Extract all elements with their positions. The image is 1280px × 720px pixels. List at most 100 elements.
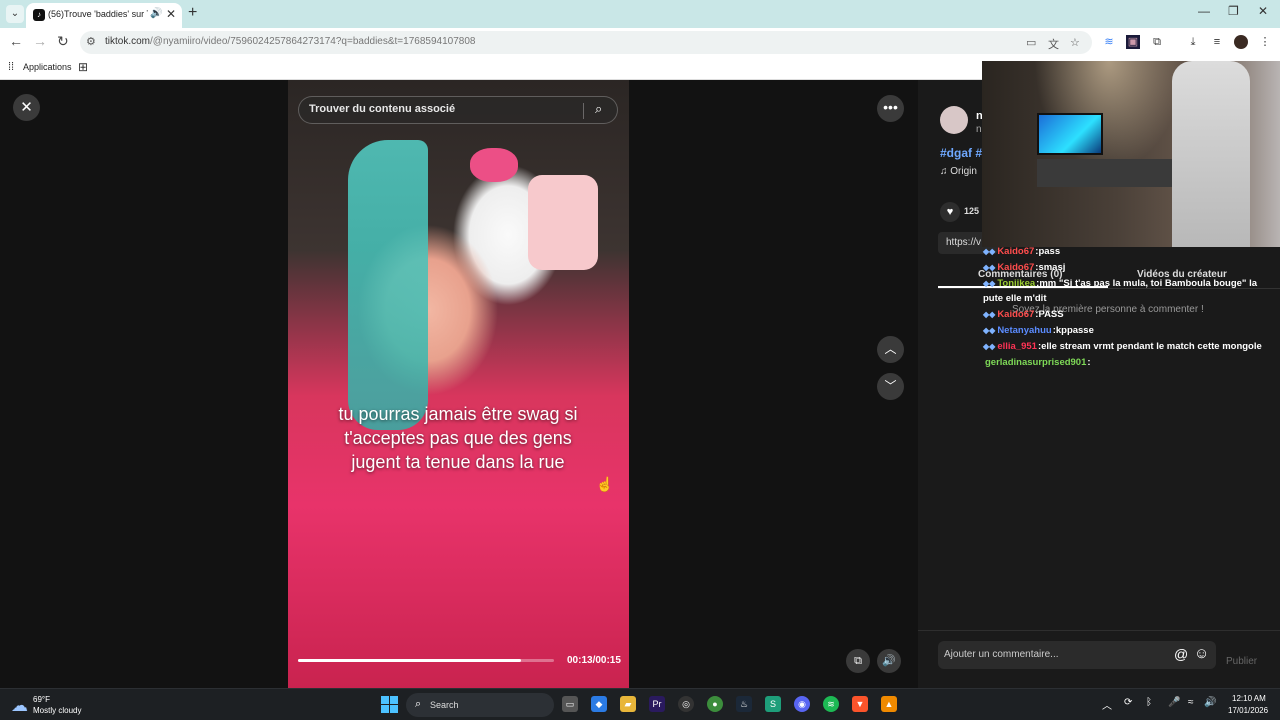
comment-placeholder: Ajouter un commentaire... bbox=[944, 649, 1059, 660]
wifi-icon[interactable]: ≈ bbox=[1188, 697, 1194, 708]
video-progress-bar[interactable] bbox=[298, 659, 554, 662]
heart-icon[interactable]: ♥ bbox=[940, 202, 960, 222]
back-button[interactable]: ← bbox=[9, 33, 23, 49]
volume-icon[interactable]: 🔊 bbox=[1204, 697, 1216, 708]
comment-composer: Ajouter un commentaire... @ ☺ Publier bbox=[918, 630, 1280, 688]
tab-groups-icon[interactable]: ⊞ bbox=[78, 60, 88, 74]
pip-button[interactable]: ⧉ bbox=[846, 649, 870, 673]
tiktok-favicon-icon: ♪ bbox=[33, 9, 45, 21]
chat-username[interactable]: ellia_951 bbox=[997, 341, 1037, 352]
apps-grid-icon[interactable]: ⁞⁞ bbox=[8, 61, 14, 73]
extension-dark-icon[interactable]: ▣ bbox=[1126, 35, 1140, 49]
publish-button[interactable]: Publier bbox=[1226, 656, 1257, 667]
taskbar-search[interactable]: ⌕ Search bbox=[406, 693, 554, 717]
bookmark-star-icon[interactable]: ☆ bbox=[1070, 36, 1080, 49]
chat-message: gerladinasurprised901: bbox=[983, 355, 1263, 370]
chat-username[interactable]: Kaido67 bbox=[997, 262, 1034, 273]
music-note-icon: ♫ bbox=[940, 166, 951, 177]
close-tab-icon[interactable]: ✕ bbox=[166, 7, 176, 21]
mention-icon[interactable]: @ bbox=[1174, 646, 1188, 662]
minimize-button[interactable]: — bbox=[1198, 4, 1210, 18]
browser-toolbar: ← → ↻ ⚙ tiktok.com/@nyamiiro/video/75960… bbox=[0, 28, 1280, 56]
brave-icon[interactable]: ▼ bbox=[852, 696, 868, 712]
chat-username[interactable]: Kaido67 bbox=[997, 246, 1034, 257]
chat-badge-icon: ◆◆ bbox=[983, 279, 996, 288]
restore-button[interactable]: ❐ bbox=[1228, 4, 1239, 18]
speaker-icon[interactable]: 🔊 bbox=[150, 8, 162, 19]
media-control-icon[interactable]: ≡ bbox=[1210, 35, 1224, 49]
chat-username[interactable]: Kaido67 bbox=[997, 309, 1034, 320]
music-label[interactable]: ♫ Origin bbox=[940, 166, 977, 177]
cast-icon[interactable]: ▭ bbox=[1026, 36, 1036, 49]
tab-search-button[interactable]: ⌄ bbox=[6, 5, 24, 23]
video-caption: tu pourras jamais être swag si t'accepte… bbox=[338, 404, 578, 472]
obs-icon[interactable]: ◎ bbox=[678, 696, 694, 712]
chat-username[interactable]: Netanyahuu bbox=[997, 325, 1051, 336]
webcam-overlay bbox=[982, 61, 1280, 247]
video-player[interactable]: Trouver du contenu associé ⌕ tu pourras … bbox=[288, 80, 629, 688]
chrome-icon[interactable]: ● bbox=[707, 696, 723, 712]
file-explorer-icon[interactable]: ▰ bbox=[620, 696, 636, 712]
reload-button[interactable]: ↻ bbox=[57, 33, 69, 50]
bluetooth-off-icon[interactable]: ᛒ bbox=[1146, 697, 1152, 708]
menu-kebab-icon[interactable]: ⋮ bbox=[1258, 35, 1272, 49]
task-view-icon[interactable]: ▭ bbox=[562, 696, 578, 712]
site-info-icon[interactable]: ⚙ bbox=[86, 35, 96, 48]
profile-avatar[interactable] bbox=[1234, 35, 1248, 49]
mouse-cursor-icon: ☝ bbox=[596, 476, 614, 492]
chat-username[interactable]: gerladinasurprised901 bbox=[985, 357, 1086, 368]
chat-username[interactable]: Toniikea bbox=[997, 278, 1035, 289]
url-text[interactable]: tiktok.com/@nyamiiro/video/7596024257864… bbox=[105, 36, 475, 47]
steam-icon[interactable]: ♨ bbox=[736, 696, 752, 712]
browser-tab[interactable]: ♪ (56)Trouve 'baddies' sur TikTok 🔊 ✕ bbox=[26, 3, 182, 28]
close-window-button[interactable]: ✕ bbox=[1258, 4, 1268, 18]
video-frame-decoration bbox=[470, 148, 518, 182]
vlc-icon[interactable]: ▲ bbox=[881, 696, 897, 712]
webcam-scene bbox=[1172, 61, 1250, 247]
translate-icon[interactable]: 文 bbox=[1048, 36, 1059, 52]
close-video-button[interactable]: ✕ bbox=[13, 94, 40, 121]
new-tab-button[interactable]: + bbox=[188, 4, 197, 22]
chat-badge-icon: ◆◆ bbox=[983, 342, 996, 351]
volume-button[interactable]: 🔊 bbox=[877, 649, 901, 673]
chat-text: :pass bbox=[1035, 246, 1061, 257]
webcam-scene bbox=[1037, 113, 1103, 155]
start-button[interactable] bbox=[381, 696, 398, 713]
creator-subtitle: n bbox=[976, 124, 982, 135]
emoji-icon[interactable]: ☺ bbox=[1194, 645, 1209, 662]
chat-message: ◆◆ Kaido67:pass bbox=[983, 244, 1263, 259]
comment-input[interactable]: Ajouter un commentaire... @ ☺ bbox=[938, 641, 1216, 669]
store-icon[interactable]: ◆ bbox=[591, 696, 607, 712]
address-bar[interactable]: ⚙ tiktok.com/@nyamiiro/video/75960242578… bbox=[80, 31, 1092, 54]
download-icon[interactable]: ⤓ bbox=[1186, 35, 1200, 49]
chat-badge-icon: ◆◆ bbox=[983, 310, 996, 319]
clock-date[interactable]: 17/01/2026 bbox=[1228, 706, 1268, 715]
forward-button[interactable]: → bbox=[33, 33, 47, 49]
weather-temperature[interactable]: 69°F bbox=[33, 695, 50, 704]
weather-condition[interactable]: Mostly cloudy bbox=[33, 706, 81, 715]
spotify-icon[interactable]: ≋ bbox=[823, 696, 839, 712]
discord-icon[interactable]: ◉ bbox=[794, 696, 810, 712]
video-hashtags[interactable]: #dgaf # bbox=[940, 146, 982, 160]
extension-sound-icon[interactable]: ≋ bbox=[1102, 35, 1116, 49]
video-frame-decoration bbox=[348, 140, 428, 430]
microphone-icon[interactable]: 🎤 bbox=[1168, 697, 1180, 708]
creator-avatar[interactable] bbox=[940, 106, 968, 134]
next-video-button[interactable]: ﹀ bbox=[877, 373, 904, 400]
premiere-pro-icon[interactable]: Pr bbox=[649, 696, 665, 712]
more-options-button[interactable]: ••• bbox=[877, 95, 904, 122]
chat-message: ◆◆ ellia_951:elle stream vrmt pendant le … bbox=[983, 339, 1263, 354]
related-search-bar[interactable]: Trouver du contenu associé ⌕ bbox=[298, 96, 618, 124]
chat-badge-icon: ◆◆ bbox=[983, 263, 996, 272]
streamlabs-icon[interactable]: S bbox=[765, 696, 781, 712]
chat-message: ◆◆ Kaido67:PASS bbox=[983, 307, 1263, 322]
extensions-puzzle-icon[interactable]: ⧉ bbox=[1150, 35, 1164, 49]
sync-icon[interactable]: ⟳ bbox=[1124, 697, 1132, 708]
tray-chevron-icon[interactable]: ︿ bbox=[1102, 697, 1112, 712]
search-icon[interactable]: ⌕ bbox=[595, 101, 602, 117]
clock-time[interactable]: 12:10 AM bbox=[1232, 694, 1266, 703]
chat-text: :kppasse bbox=[1052, 325, 1094, 336]
cloud-icon[interactable]: ☁ bbox=[11, 696, 28, 716]
previous-video-button[interactable]: ︿ bbox=[877, 336, 904, 363]
bookmark-applications[interactable]: Applications bbox=[23, 62, 72, 72]
